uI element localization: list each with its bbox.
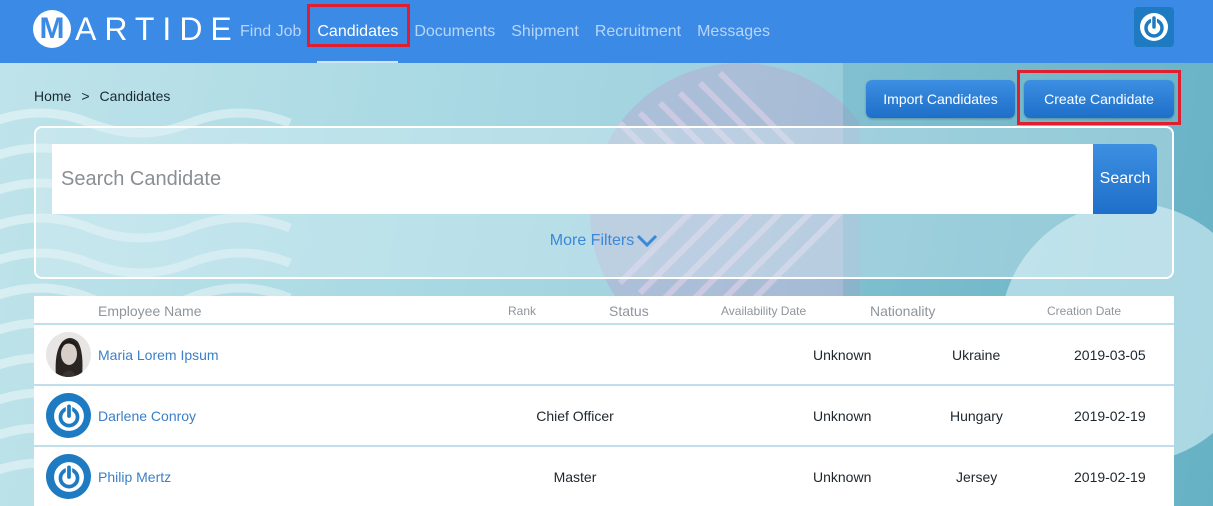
search-panel: Search More Filters — [34, 126, 1174, 279]
highlight-box-candidates — [307, 4, 410, 47]
search-input[interactable] — [52, 144, 1094, 214]
cell-availability: Unknown — [813, 469, 872, 485]
breadcrumb-separator: > — [81, 88, 90, 104]
chevron-down-icon — [637, 234, 658, 248]
table-row[interactable]: Darlene Conroy Chief Officer Unknown Hun… — [34, 386, 1174, 447]
cell-creation-date: 2019-02-19 — [1074, 408, 1146, 424]
candidate-name-link[interactable]: Philip Mertz — [98, 469, 171, 485]
import-candidates-button[interactable]: Import Candidates — [866, 80, 1015, 118]
cell-availability: Unknown — [813, 347, 872, 363]
col-availability-date[interactable]: Availability Date — [721, 304, 806, 318]
breadcrumb: Home > Candidates — [34, 88, 170, 104]
highlight-box-create — [1017, 70, 1181, 125]
top-navbar: M ARTIDE Find Job Candidates Documents S… — [0, 0, 1213, 63]
nav-shipment[interactable]: Shipment — [503, 0, 587, 63]
avatar — [46, 454, 91, 499]
cell-availability: Unknown — [813, 408, 872, 424]
breadcrumb-current: Candidates — [99, 88, 171, 104]
col-creation-date[interactable]: Creation Date — [1047, 304, 1121, 318]
power-button[interactable] — [1134, 7, 1174, 47]
table-row[interactable]: Maria Lorem Ipsum Unknown Ukraine 2019-0… — [34, 325, 1174, 386]
cell-creation-date: 2019-02-19 — [1074, 469, 1146, 485]
candidate-name-link[interactable]: Maria Lorem Ipsum — [98, 347, 219, 363]
col-employee-name[interactable]: Employee Name — [98, 303, 202, 319]
cell-rank: Master — [553, 469, 597, 485]
candidate-name-link[interactable]: Darlene Conroy — [98, 408, 196, 424]
logo-text: ARTIDE — [75, 10, 240, 47]
breadcrumb-home[interactable]: Home — [34, 88, 71, 104]
more-filters-label: More Filters — [549, 232, 635, 249]
col-nationality[interactable]: Nationality — [870, 303, 935, 319]
nav-documents[interactable]: Documents — [406, 0, 503, 63]
nav-recruitment[interactable]: Recruitment — [587, 0, 689, 63]
avatar — [46, 393, 91, 438]
brand-logo[interactable]: M ARTIDE — [33, 9, 240, 49]
col-status[interactable]: Status — [609, 303, 649, 319]
candidates-table: Employee Name Rank Status Availability D… — [34, 296, 1174, 506]
cell-nationality: Jersey — [956, 469, 998, 485]
cell-nationality: Ukraine — [952, 347, 1001, 363]
avatar — [46, 332, 91, 377]
table-header: Employee Name Rank Status Availability D… — [34, 296, 1174, 325]
cell-creation-date: 2019-03-05 — [1074, 347, 1146, 363]
avatar-photo — [46, 332, 91, 377]
power-icon — [53, 400, 84, 431]
nav-find-job[interactable]: Find Job — [232, 0, 309, 63]
cell-rank: Chief Officer — [536, 408, 614, 424]
col-rank[interactable]: Rank — [508, 304, 536, 318]
cell-nationality: Hungary — [950, 408, 1003, 424]
power-icon — [53, 461, 84, 492]
table-row[interactable]: Philip Mertz Master Unknown Jersey 2019-… — [34, 447, 1174, 506]
more-filters-toggle[interactable]: More Filters — [36, 232, 1172, 250]
logo-mark: M — [33, 10, 71, 48]
nav-messages[interactable]: Messages — [689, 0, 778, 63]
power-icon — [1140, 13, 1168, 41]
search-button[interactable]: Search — [1093, 144, 1157, 214]
